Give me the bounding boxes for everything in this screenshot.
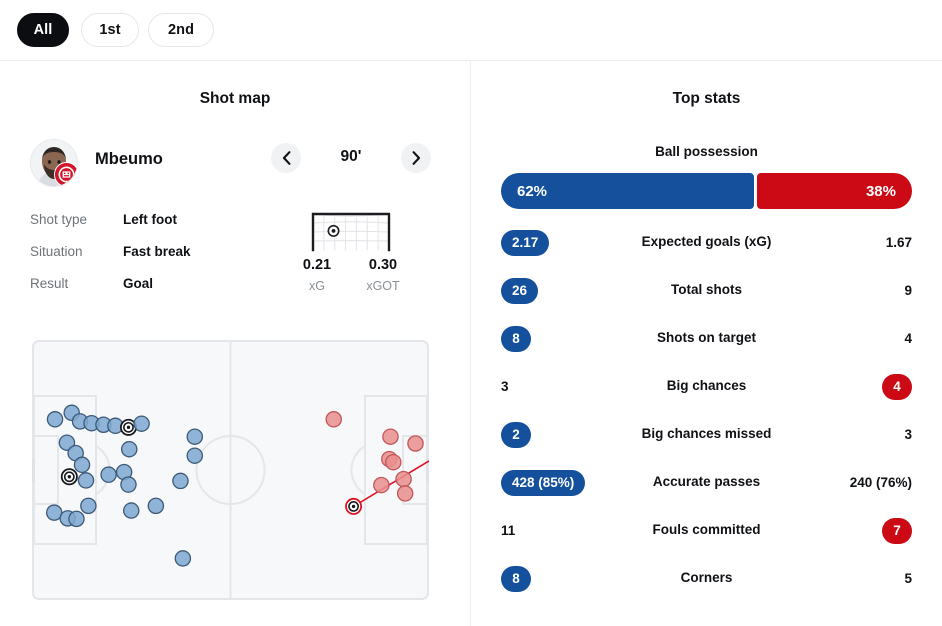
stat-away-side: 1.67 <box>886 228 912 258</box>
xgot-label: xGOT <box>366 279 400 293</box>
stat-home-side: 2 <box>501 420 531 450</box>
stat-away-value: 5 <box>904 571 912 587</box>
tab-2nd-label: 2nd <box>167 22 195 38</box>
stat-away-side: 3 <box>904 420 912 450</box>
shot-map-panel: Shot map Mbeumo 90' Shot type Left foot … <box>0 61 470 626</box>
stat-name: Corners <box>680 570 733 585</box>
possession-away-value: 38% <box>865 182 896 200</box>
stat-name: Shots on target <box>656 330 756 345</box>
stat-name: Big chances missed <box>641 426 772 441</box>
shot-detail-row: Shot type Left foot <box>30 212 300 234</box>
stat-away-value: 4 <box>904 331 912 347</box>
shot-detail-key: Shot type <box>30 212 88 227</box>
period-tab-bar: All 1st 2nd <box>0 0 942 60</box>
goal-frame-diagram <box>305 209 397 253</box>
shot-minute: 90' <box>340 148 362 165</box>
stat-away-side: 5 <box>904 564 912 594</box>
chevron-right-icon <box>412 151 420 165</box>
stat-home-side: 428 (85%) <box>501 468 586 498</box>
brentford-badge-icon <box>54 162 77 186</box>
stat-home-value: 11 <box>501 523 516 539</box>
top-stats-panel: Top stats Ball possession 62% 38% Expect… <box>471 61 942 626</box>
stat-home-value: 8 <box>501 326 531 352</box>
stat-home-value: 2.17 <box>501 230 550 256</box>
tab-1st[interactable]: 1st <box>81 13 139 47</box>
stat-away-side: 7 <box>882 516 912 546</box>
stat-home-side: 26 <box>501 276 539 306</box>
stat-name: Total shots <box>670 282 742 297</box>
possession-away-bar: 38% <box>757 173 912 209</box>
tab-all-label: All <box>33 22 53 38</box>
tab-all[interactable]: All <box>17 13 69 47</box>
next-shot-button[interactable] <box>401 143 431 173</box>
possession-label: Ball possession <box>655 144 758 159</box>
match-stats-screen: All 1st 2nd Shot map Mbeumo 90' Shot typ… <box>0 0 942 626</box>
stat-home-side: 11 <box>501 516 515 546</box>
stat-row: Big chances 3 4 <box>471 365 942 413</box>
shot-player-row: Mbeumo 90' <box>30 139 440 187</box>
stat-home-value: 8 <box>501 566 531 592</box>
player-name: Mbeumo <box>95 150 163 168</box>
stat-row: Shots on target 8 4 <box>471 317 942 365</box>
top-stats-title: Top stats <box>672 90 741 107</box>
xg-number: 0.21 <box>302 257 332 273</box>
shot-detail-key: Result <box>30 276 69 291</box>
avatar[interactable] <box>30 139 78 187</box>
stat-away-side: 4 <box>904 324 912 354</box>
stat-away-side: 240 (76%) <box>850 468 912 498</box>
stat-row: Fouls committed 11 7 <box>471 509 942 557</box>
stat-away-side: 9 <box>904 276 912 306</box>
xg-value-block: 0.21 xG <box>289 256 345 295</box>
xgot-value-block: 0.30 xGOT <box>355 256 411 295</box>
xg-values: 0.21 xG 0.30 xGOT <box>289 256 414 300</box>
chevron-left-icon <box>282 151 290 165</box>
stat-row: Accurate passes 428 (85%) 240 (76%) <box>471 461 942 509</box>
stat-away-value: 3 <box>904 427 912 443</box>
stat-name: Big chances <box>666 378 747 393</box>
stat-row: Big chances missed 2 3 <box>471 413 942 461</box>
shot-map-title: Shot map <box>199 90 271 107</box>
shot-detail-value: Fast break <box>123 244 191 259</box>
shot-detail-row: Result Goal <box>30 276 300 298</box>
tab-2nd[interactable]: 2nd <box>148 13 214 47</box>
stat-home-value: 26 <box>501 278 539 304</box>
possession-home-value: 62% <box>517 182 548 200</box>
stat-away-value: 240 (76%) <box>849 475 912 491</box>
xgot-number: 0.30 <box>368 257 398 273</box>
stat-away-value: 7 <box>882 518 912 544</box>
stat-home-value: 3 <box>501 379 509 395</box>
stat-row: Expected goals (xG) 2.17 1.67 <box>471 221 942 269</box>
stat-row: Total shots 26 9 <box>471 269 942 317</box>
stat-away-value: 1.67 <box>885 235 912 251</box>
possession-bar: 62% 38% <box>501 173 912 209</box>
stat-home-side: 8 <box>501 564 531 594</box>
stat-away-side: 4 <box>882 372 912 402</box>
pitch-shot-plot[interactable] <box>29 340 432 600</box>
tab-1st-label: 1st <box>99 22 121 38</box>
shot-detail-value: Left foot <box>123 212 177 227</box>
shot-detail-key: Situation <box>30 244 83 259</box>
stat-name: Fouls committed <box>652 522 761 537</box>
stat-home-side: 8 <box>501 324 531 354</box>
stat-away-value: 4 <box>882 374 912 400</box>
stat-row: Corners 8 5 <box>471 557 942 605</box>
previous-shot-button[interactable] <box>271 143 301 173</box>
stat-away-value: 9 <box>904 283 912 299</box>
stat-home-value: 2 <box>501 422 531 448</box>
stat-home-side: 2.17 <box>501 228 550 258</box>
xg-label: xG <box>309 279 325 293</box>
stat-home-value: 428 (85%) <box>501 470 586 496</box>
possession-home-bar: 62% <box>501 173 754 209</box>
shot-detail-value: Goal <box>123 276 154 291</box>
shot-detail-row: Situation Fast break <box>30 244 300 266</box>
stat-home-side: 3 <box>501 372 509 402</box>
